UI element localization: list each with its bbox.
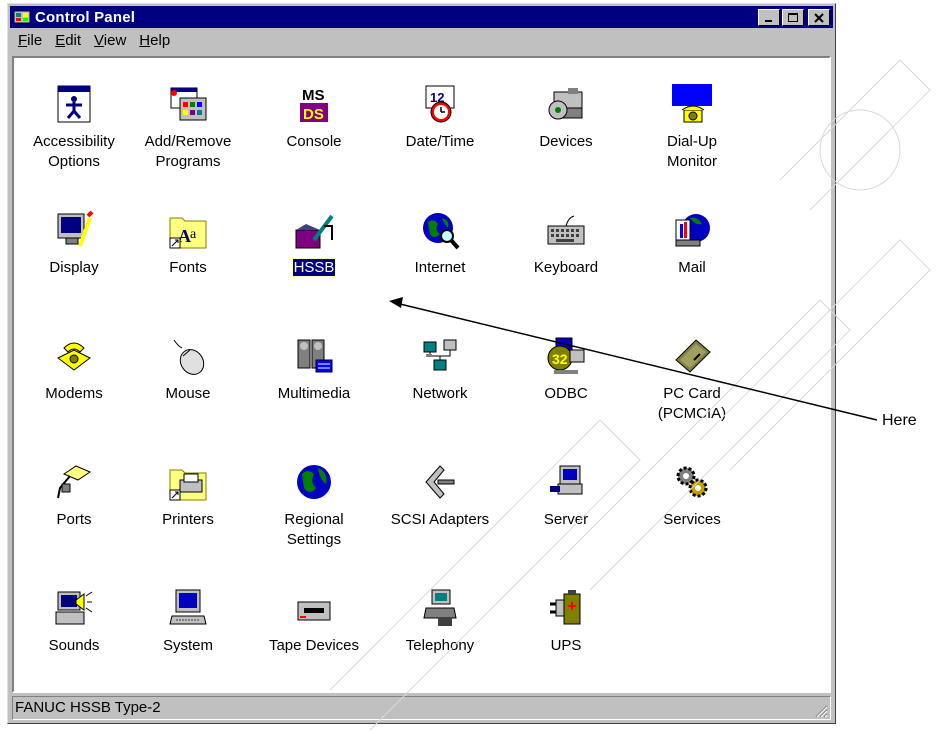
annotation-arrow	[389, 297, 878, 421]
annotation-label: Here	[882, 412, 917, 429]
